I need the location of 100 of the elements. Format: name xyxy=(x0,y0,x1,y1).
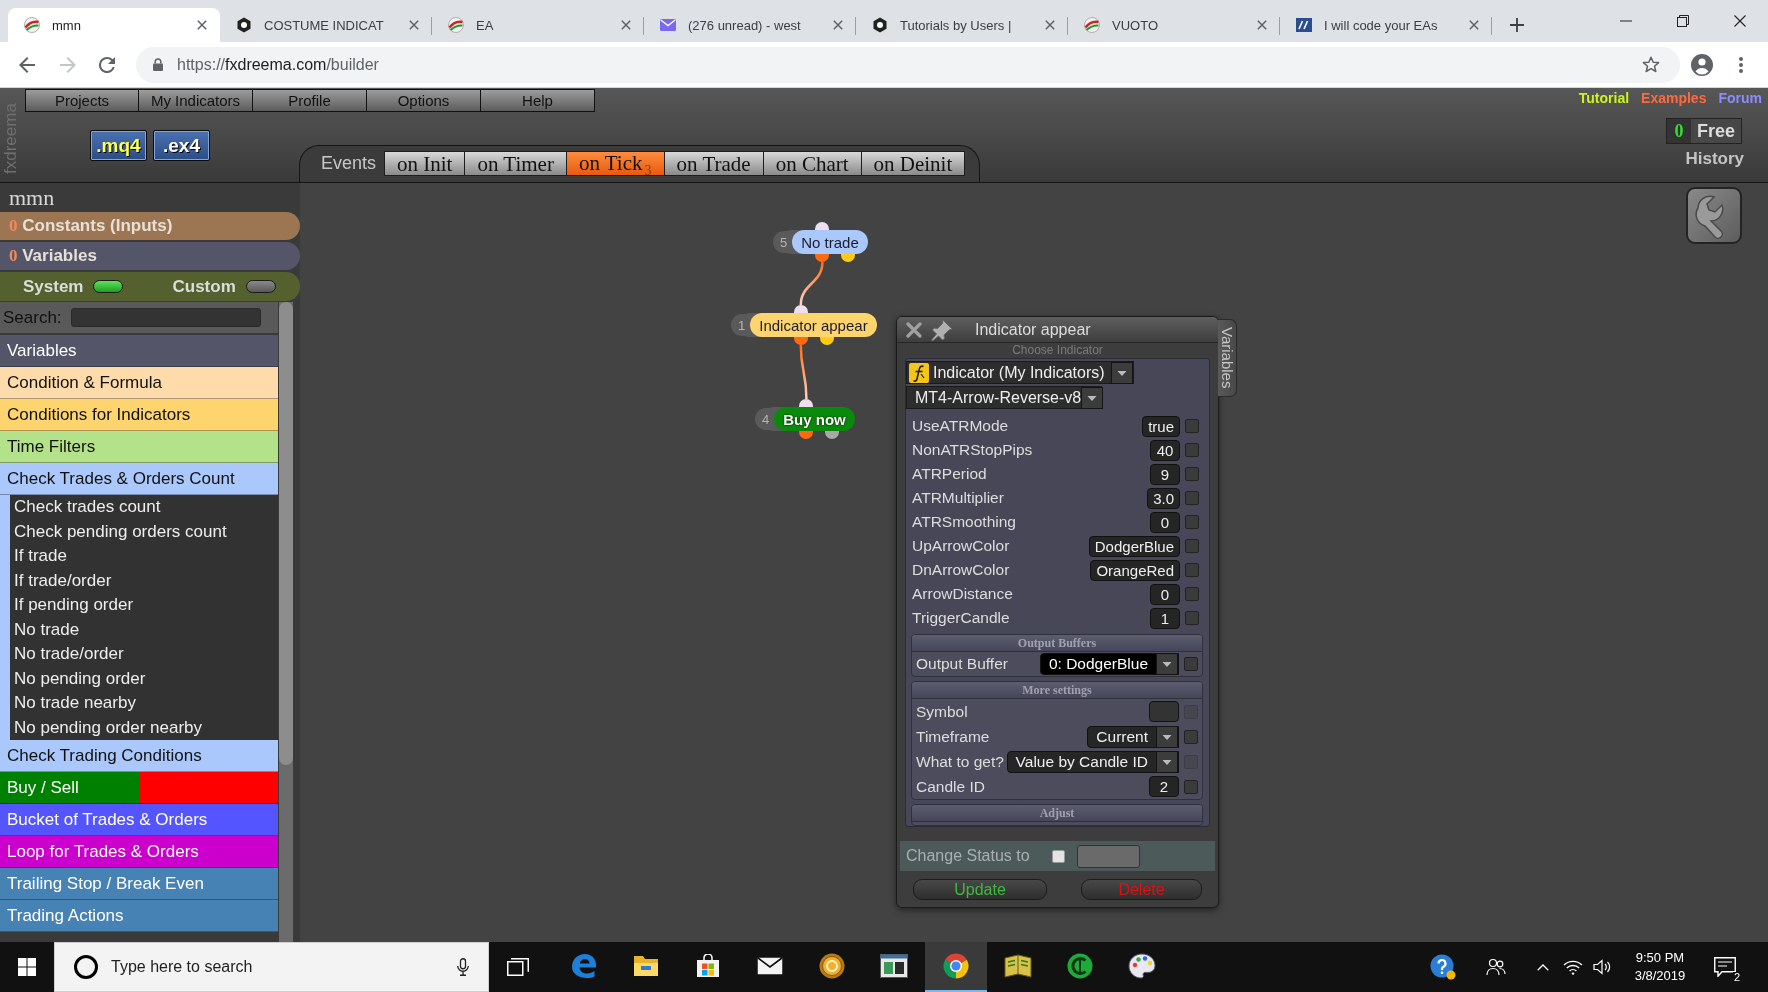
category-item[interactable]: Condition & Formula xyxy=(0,367,278,399)
flow-block[interactable]: No trade xyxy=(792,230,868,254)
restore-icon[interactable] xyxy=(1676,15,1689,27)
toggle-switch[interactable] xyxy=(93,280,124,293)
close-icon[interactable] xyxy=(197,20,207,30)
event-tab[interactable]: on Chart xyxy=(763,151,862,176)
history-link[interactable]: History xyxy=(1685,149,1744,169)
dropdown[interactable]: Indicator (My Indicators) xyxy=(906,361,1134,384)
caret-icon[interactable] xyxy=(1111,361,1133,384)
header-link[interactable]: Tutorial xyxy=(1578,90,1630,107)
block-item[interactable]: No pending order xyxy=(14,666,278,691)
minimize-icon[interactable] xyxy=(1619,20,1632,22)
category-item[interactable]: Trailing Stop / Break Even xyxy=(0,868,278,900)
value-field[interactable]: 0 xyxy=(1150,583,1180,605)
reload-icon[interactable] xyxy=(99,56,115,73)
checkbox[interactable] xyxy=(1184,779,1198,794)
block-item[interactable]: No trade nearby xyxy=(14,691,278,716)
export-button[interactable]: .ex4 xyxy=(153,130,210,161)
close-icon[interactable] xyxy=(1733,15,1746,27)
event-tab[interactable]: on Tick$_{3}$ xyxy=(566,151,665,176)
category-item[interactable]: Check Trades & Orders Count xyxy=(0,463,278,495)
browser-tab[interactable]: VUOTO xyxy=(1068,8,1280,42)
checkbox[interactable] xyxy=(1185,467,1199,481)
taskbar-button[interactable] xyxy=(925,942,987,992)
section-header[interactable]: 0 Variables xyxy=(0,242,300,270)
clock-time[interactable]: 9:50 PM xyxy=(1635,949,1685,967)
checkbox[interactable] xyxy=(1185,539,1199,553)
category-item[interactable]: Bucket of Trades & Orders xyxy=(0,804,278,836)
menu-button[interactable]: Projects xyxy=(25,89,139,112)
browser-tab[interactable]: I will code your EAs xyxy=(1280,8,1492,42)
menu-icon[interactable] xyxy=(1739,56,1743,73)
browser-tab[interactable]: mmn xyxy=(8,8,220,42)
wifi-icon[interactable] xyxy=(1563,959,1583,975)
dropdown[interactable]: Current xyxy=(1087,725,1179,748)
chevron-up-icon[interactable] xyxy=(1537,963,1549,971)
caret-icon[interactable] xyxy=(1156,725,1178,748)
dropdown[interactable]: MT4-Arrow-Reverse-v8 xyxy=(906,386,1102,409)
connector-line[interactable] xyxy=(799,344,808,400)
category-item[interactable]: Variables xyxy=(0,335,278,367)
caret-icon[interactable] xyxy=(1156,653,1178,675)
checkbox[interactable] xyxy=(1184,657,1198,671)
browser-tab[interactable]: (276 unread) - west xyxy=(644,8,856,42)
value-field[interactable]: OrangeRed xyxy=(1090,559,1180,581)
plan-box[interactable]: 0 Free xyxy=(1665,118,1742,144)
wrench-icon[interactable] xyxy=(1686,187,1742,244)
port-icon[interactable] xyxy=(841,254,856,262)
block-item[interactable]: No pending order nearby xyxy=(14,715,278,740)
port-icon[interactable] xyxy=(825,431,840,439)
speaker-icon[interactable] xyxy=(1593,959,1613,975)
address-bar[interactable]: https://fxdreema.com/builder xyxy=(136,46,1680,83)
checkbox[interactable] xyxy=(1185,515,1199,529)
menu-button[interactable]: My Indicators xyxy=(139,89,253,112)
category-item[interactable]: Time Filters xyxy=(0,431,278,463)
value-field[interactable]: true xyxy=(1142,415,1180,437)
port-icon[interactable] xyxy=(815,222,830,230)
caret-icon[interactable] xyxy=(1081,386,1104,409)
port-icon[interactable] xyxy=(793,337,808,345)
menu-button[interactable]: Profile xyxy=(253,89,367,112)
category-item[interactable]: Check Trading Conditions xyxy=(0,740,278,772)
block-item[interactable]: Check trades count xyxy=(14,495,278,520)
browser-tab[interactable]: EA xyxy=(432,8,644,42)
browser-tab[interactable]: COSTUME INDICAT xyxy=(220,8,432,42)
event-tab[interactable]: on Init xyxy=(384,151,466,176)
text-field[interactable] xyxy=(1149,701,1179,722)
side-tab[interactable]: Variables xyxy=(1218,319,1237,397)
port-icon[interactable] xyxy=(815,254,830,262)
event-tab[interactable]: on Deinit xyxy=(861,151,966,176)
menu-button[interactable]: Help xyxy=(481,89,595,112)
category-item[interactable]: Trading Actions xyxy=(0,900,278,932)
checkbox[interactable] xyxy=(1185,443,1199,457)
flow-block[interactable]: Buy now xyxy=(774,407,855,431)
category-item[interactable]: Conditions for Indicators xyxy=(0,399,278,431)
menu-button[interactable]: Options xyxy=(367,89,481,112)
block-item[interactable]: If trade/order xyxy=(14,568,278,593)
event-tab[interactable]: on Timer xyxy=(465,151,567,176)
caret-icon[interactable] xyxy=(1156,750,1178,773)
clock-date[interactable]: 3/8/2019 xyxy=(1634,967,1686,985)
checkbox[interactable] xyxy=(1185,611,1199,625)
export-button[interactable]: .mq4 xyxy=(90,130,147,161)
account-icon[interactable] xyxy=(1691,53,1713,76)
search-field[interactable] xyxy=(70,308,261,327)
block-item[interactable]: Check pending orders count xyxy=(14,519,278,544)
scrollbar-thumb[interactable] xyxy=(279,302,293,765)
back-arrow-icon[interactable] xyxy=(19,56,35,73)
windows-logo-icon[interactable] xyxy=(18,958,36,976)
checkbox[interactable] xyxy=(1185,587,1199,601)
value-field[interactable]: 9 xyxy=(1150,463,1180,485)
help-icon[interactable] xyxy=(1430,954,1456,980)
category-item[interactable]: Buy / Sell xyxy=(0,772,278,804)
block-item[interactable]: If pending order xyxy=(14,593,278,618)
value-field[interactable]: 2 xyxy=(1149,776,1179,797)
checkbox[interactable] xyxy=(1185,491,1199,505)
update-button[interactable]: Update xyxy=(913,879,1047,900)
port-icon[interactable] xyxy=(799,399,814,407)
block-item[interactable]: If trade xyxy=(14,544,278,569)
dropdown[interactable]: 0: DodgerBlue xyxy=(1039,653,1179,675)
checkbox[interactable] xyxy=(1185,563,1199,577)
plus-icon[interactable] xyxy=(1510,18,1524,32)
scrollbar[interactable] xyxy=(279,302,293,942)
port-icon[interactable] xyxy=(819,337,834,345)
